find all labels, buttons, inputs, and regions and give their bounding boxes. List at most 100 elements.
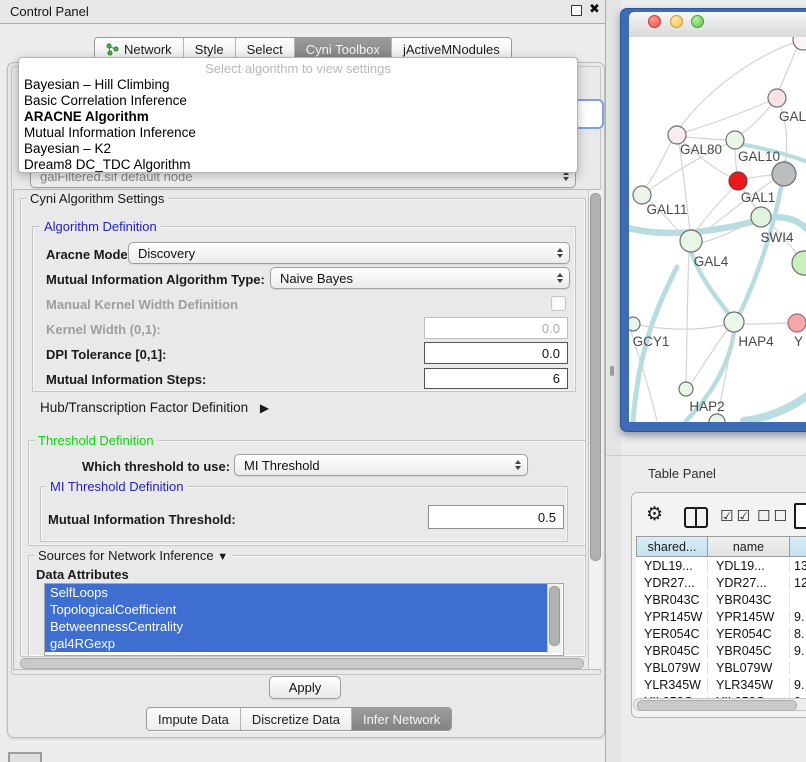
table-row[interactable]: YPR145WYPR145W9. <box>636 608 806 625</box>
table-row[interactable]: YDL19...YDL19...13 <box>636 557 806 574</box>
manual-kernel-checkbox[interactable] <box>551 296 566 311</box>
close-panel-icon[interactable]: ✖ <box>589 1 600 17</box>
tab-infer-network[interactable]: Infer Network <box>352 708 451 730</box>
tab-discretize-data-label: Discretize Data <box>252 712 340 727</box>
panel-splitter[interactable] <box>605 0 621 762</box>
network-canvas[interactable]: GAL GAL80 GAL10 GAL1 GAL11 SWI4 GAL4 GCY… <box>629 37 806 422</box>
tab-discretize-data[interactable]: Discretize Data <box>241 708 352 730</box>
spinner-arrows-icon <box>557 248 563 258</box>
mi-type-value: Naive Bayes <box>280 271 353 286</box>
mi-threshold-label: Mutual Information Threshold: <box>48 512 236 527</box>
export-table-icon[interactable] <box>794 503 806 529</box>
cell: 9. <box>790 678 806 692</box>
sources-title: Sources for Network Inference <box>38 548 214 563</box>
cell: YBR043C <box>708 593 790 607</box>
cell: YER054C <box>636 627 708 641</box>
cell: 9. <box>790 610 806 624</box>
attributes-scrollbar-thumb[interactable] <box>549 586 560 646</box>
column-header-partial[interactable] <box>789 536 806 557</box>
algorithm-option-bayesian-k2[interactable]: Bayesian – K2 <box>19 141 577 157</box>
attribute-betweennesscentrality[interactable]: BetweennessCentrality <box>45 618 553 635</box>
column-header-name[interactable]: name <box>707 536 790 557</box>
edge <box>645 142 671 187</box>
tab-select-label: Select <box>247 42 283 57</box>
algorithm-option-aracne[interactable]: ARACNE Algorithm <box>19 109 577 125</box>
kernel-width-value: 0.0 <box>542 321 560 336</box>
mi-threshold-input[interactable]: 0.5 <box>428 505 564 529</box>
dock-mini-button[interactable] <box>8 752 42 762</box>
table-row[interactable]: YBL079WYBL079W <box>636 659 806 676</box>
node-label-swi4: SWI4 <box>760 230 793 245</box>
attribute-topologicalcoefficient[interactable]: TopologicalCoefficient <box>45 601 553 618</box>
node-attribute-table: YDL19...YDL19...13 YDR27...YDR27...12 YB… <box>636 557 806 698</box>
network-icon <box>106 43 119 56</box>
cell: YDL19... <box>636 559 708 573</box>
table-row[interactable]: YBR045CYBR045C9. <box>636 642 806 659</box>
column-header-shared[interactable]: shared... <box>636 536 708 557</box>
dpi-tolerance-input[interactable]: 0.0 <box>424 342 568 364</box>
cell: YDL19... <box>708 559 790 573</box>
cell: YDR27... <box>636 576 708 590</box>
algorithm-option-basic-correlation[interactable]: Basic Correlation Inference <box>19 93 577 109</box>
aracne-mode-value: Discovery <box>138 246 195 261</box>
which-threshold-select[interactable]: MI Threshold <box>234 454 528 476</box>
deselect-all-checkboxes-icon[interactable]: ☐☐ <box>757 507 790 525</box>
mi-type-select[interactable]: Naive Bayes <box>270 267 570 289</box>
edge <box>691 329 728 384</box>
table-settings-gear-icon[interactable]: ⚙ <box>646 503 663 526</box>
network-node-hap2[interactable] <box>679 382 693 396</box>
algorithm-option-dream8[interactable]: Dream8 DC_TDC Algorithm <box>19 157 577 173</box>
network-node-gcy1[interactable] <box>629 317 640 331</box>
table-row[interactable]: YBR043CYBR043C <box>636 591 806 608</box>
aracne-mode-select[interactable]: Discovery <box>128 242 570 264</box>
network-graph: GAL GAL80 GAL10 GAL1 GAL11 SWI4 GAL4 GCY… <box>629 37 806 422</box>
tab-impute-data[interactable]: Impute Data <box>147 708 241 730</box>
network-node-red[interactable] <box>729 172 747 190</box>
kernel-width-input[interactable]: 0.0 <box>424 317 568 339</box>
network-node-gal-cut[interactable] <box>768 89 786 107</box>
select-all-checkboxes-icon[interactable]: ☑☑ <box>720 507 753 525</box>
mi-steps-input[interactable]: 6 <box>424 368 568 389</box>
network-node-gal4[interactable] <box>680 230 702 252</box>
sources-toggle[interactable]: Sources for Network Inference ▼ <box>34 548 232 563</box>
network-node-hap4[interactable] <box>724 312 744 332</box>
table-row[interactable]: YER054CYER054C8. <box>636 625 806 642</box>
apply-button[interactable]: Apply <box>269 676 341 699</box>
node-label-gal4: GAL4 <box>694 254 729 269</box>
settings-scrollbar-thumb[interactable] <box>590 193 601 561</box>
tab-style-label: Style <box>195 42 224 57</box>
kernel-width-label: Kernel Width (0,1): <box>46 322 161 337</box>
node-label-gal1: GAL1 <box>741 190 776 205</box>
threshold-definition-title: Threshold Definition <box>34 433 158 448</box>
panel-title: Control Panel <box>10 4 89 19</box>
column-visibility-icon[interactable] <box>684 507 708 528</box>
hub-definition-toggle[interactable]: Hub/Transcription Factor Definition ▶ <box>40 400 269 415</box>
table-scrollbar-thumb[interactable] <box>637 700 797 711</box>
spinner-arrows-icon <box>515 460 521 470</box>
table-row[interactable]: YDR27...YDR27...12 <box>636 574 806 591</box>
splitter-handle[interactable] <box>610 366 614 376</box>
node-label-gal80: GAL80 <box>680 142 722 157</box>
network-node-salmon[interactable] <box>788 314 806 332</box>
network-node-gal10[interactable] <box>726 131 744 149</box>
network-node-partial-top[interactable] <box>793 37 806 50</box>
algorithm-option-mutual-information[interactable]: Mutual Information Inference <box>19 125 577 141</box>
aracne-mode-label: Aracne Mode: <box>46 247 132 262</box>
table-row[interactable]: YLR345WYLR345W9. <box>636 676 806 693</box>
settings-horizontal-scrollbar[interactable] <box>20 658 584 669</box>
network-node-gal1[interactable] <box>751 207 771 227</box>
network-node-partial-bottom[interactable] <box>709 414 725 422</box>
algorithm-dropdown-prompt: Select algorithm to view settings <box>19 60 577 77</box>
float-panel-icon[interactable] <box>571 5 582 16</box>
window-zoom-traffic-light[interactable] <box>691 15 704 28</box>
tab-impute-data-label: Impute Data <box>158 712 229 727</box>
network-node-gray[interactable] <box>772 162 796 186</box>
cell: 8. <box>790 627 806 641</box>
attribute-gal4rgexp[interactable]: gal4RGexp <box>45 635 553 652</box>
network-node-partial-right[interactable] <box>792 251 806 275</box>
algorithm-option-bayesian-hill-climbing[interactable]: Bayesian – Hill Climbing <box>19 77 577 93</box>
attribute-selfloops[interactable]: SelfLoops <box>45 584 553 601</box>
mi-type-label: Mutual Information Algorithm Type: <box>46 272 265 287</box>
window-close-traffic-light[interactable] <box>648 15 661 28</box>
window-minimize-traffic-light[interactable] <box>670 15 683 28</box>
